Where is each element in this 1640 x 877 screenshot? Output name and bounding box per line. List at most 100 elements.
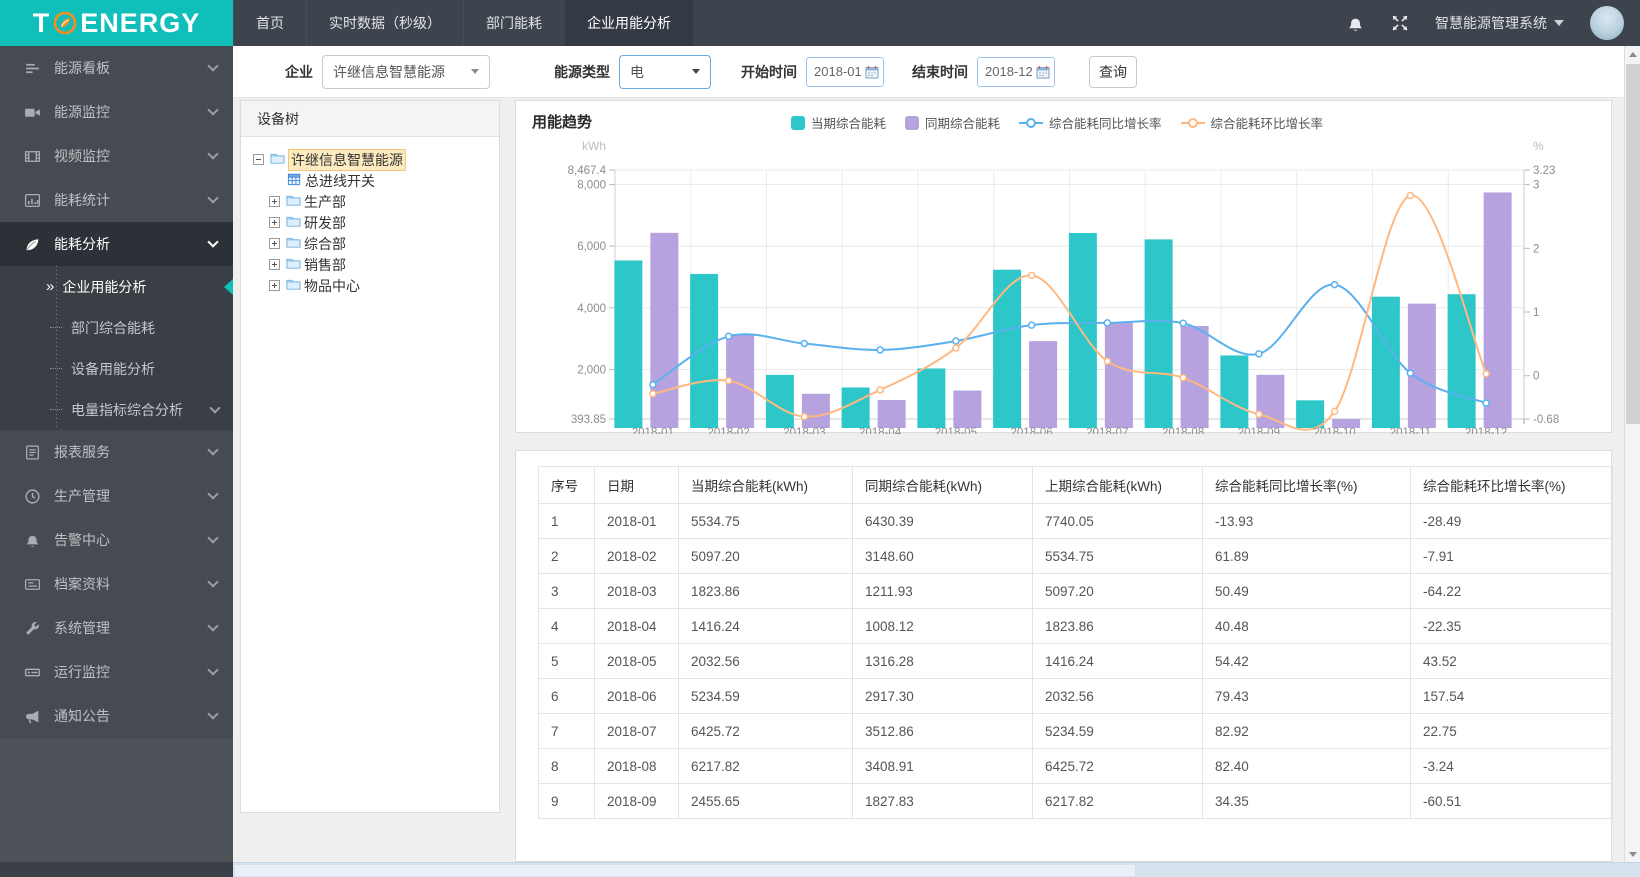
table-cell: 3148.60 <box>852 538 1033 574</box>
table-cell: 2018-07 <box>594 713 679 749</box>
sidebar-item-0[interactable]: 能源看板 <box>0 46 233 90</box>
tree-node-6[interactable]: 物品中心 <box>269 275 499 296</box>
vertical-scroll-thumb[interactable] <box>1626 64 1640 424</box>
report-icon <box>26 444 39 460</box>
nav-item-realtime[interactable]: 实时数据（秒级） <box>306 0 463 46</box>
table-cell: 22.75 <box>1410 713 1613 749</box>
table-cell: 2018-04 <box>594 608 679 644</box>
table-cell: 157.54 <box>1410 678 1613 714</box>
sidebar-filler <box>0 738 233 862</box>
sidebar: 能源看板 能源监控 视频监控 能耗统计 能耗分析 » 企业用能分析 部门综合能耗… <box>0 46 233 877</box>
tree-node-1[interactable]: 总进线开关 <box>285 170 499 191</box>
chevron-down-icon <box>209 401 221 414</box>
sidebar-item-3[interactable]: 能耗统计 <box>0 178 233 222</box>
table-cell: 7 <box>538 713 595 749</box>
folder-icon <box>286 279 301 290</box>
table-cell: 2018-08 <box>594 748 679 784</box>
table-cell: 3408.91 <box>852 748 1033 784</box>
tree-node-0[interactable]: 许继信息智慧能源 <box>253 148 499 171</box>
table-cell: 82.92 <box>1202 713 1411 749</box>
end-date-input[interactable]: 2018-12 <box>977 56 1055 87</box>
chevron-down-icon <box>207 708 219 720</box>
svg-text:0: 0 <box>1533 371 1539 383</box>
tree-node-5[interactable]: 销售部 <box>269 254 499 275</box>
nav-item-enterprise-analysis[interactable]: 企业用能分析 <box>564 0 693 46</box>
company-select[interactable]: 许继信息智慧能源 <box>322 54 490 89</box>
vertical-scrollbar[interactable] <box>1624 46 1640 862</box>
leaf-icon <box>26 238 39 250</box>
app-logo: T ENERGY <box>0 0 233 46</box>
table-row: 1 2018-01 5534.75 6430.39 7740.05 -13.93 -28.4… <box>538 503 1613 539</box>
film-icon <box>24 150 41 162</box>
horizontal-scrollbar[interactable] <box>233 862 1640 877</box>
wrench-icon <box>26 621 39 635</box>
tree-expand-plus-icon[interactable] <box>269 238 280 249</box>
active-marker-icon <box>224 278 233 295</box>
sidebar-subitem-label: 电量指标综合分析 <box>71 401 183 418</box>
table-cell: 1827.83 <box>852 783 1033 819</box>
tree-node-2[interactable]: 生产部 <box>269 191 499 212</box>
notification-bell-icon[interactable] <box>1346 14 1365 33</box>
sidebar-item-6[interactable]: 生产管理 <box>0 474 233 518</box>
sidebar-item-1[interactable]: 能源监控 <box>0 90 233 134</box>
start-date-input[interactable]: 2018-01 <box>806 56 884 87</box>
sidebar-subitem-2[interactable]: 设备用能分析 <box>0 348 233 389</box>
svg-text:3.23: 3.23 <box>1533 165 1555 177</box>
sidebar-item-7[interactable]: 告警中心 <box>0 518 233 562</box>
sidebar-item-2[interactable]: 视频监控 <box>0 134 233 178</box>
sidebar-item-4[interactable]: 能耗分析 <box>0 222 233 266</box>
table-cell: 8 <box>538 748 595 784</box>
stats-icon <box>24 193 41 207</box>
logo-leaf-icon <box>53 11 77 35</box>
sidebar-item-11[interactable]: 通知公告 <box>0 694 233 738</box>
query-button[interactable]: 查询 <box>1089 55 1137 88</box>
start-date-value: 2018-01 <box>814 64 862 79</box>
tree-node-4[interactable]: 综合部 <box>269 233 499 254</box>
device-tree-title: 设备树 <box>241 101 499 137</box>
nav-item-dept-energy[interactable]: 部门能耗 <box>463 0 564 46</box>
chevron-down-icon <box>207 620 219 632</box>
table-cell: 1823.86 <box>678 573 853 609</box>
tree-expand-plus-icon[interactable] <box>269 217 280 228</box>
table-row: 3 2018-03 1823.86 1211.93 5097.20 50.49 -64.22 <box>538 573 1613 609</box>
calendar-icon <box>865 65 879 78</box>
table-cell: -64.22 <box>1410 573 1613 609</box>
main-area: 企业 许继信息智慧能源 能源类型 电 开始时间 2018-01 结束时间 201… <box>233 46 1624 877</box>
tree-node-3[interactable]: 研发部 <box>269 212 499 233</box>
sidebar-item-9[interactable]: 系统管理 <box>0 606 233 650</box>
svg-text:2018-11: 2018-11 <box>1390 427 1431 434</box>
table-header-row: 序号 日期 当期综合能耗(kWh) 同期综合能耗(kWh) 上期综合能耗(kWh) 综合能… <box>538 466 1613 504</box>
horizontal-scroll-thumb[interactable] <box>235 865 1135 876</box>
sidebar-item-10[interactable]: 运行监控 <box>0 650 233 694</box>
chevron-down-icon <box>207 60 219 72</box>
chevron-down-icon <box>471 69 479 74</box>
sidebar-bottom-strip <box>0 862 233 877</box>
user-menu[interactable]: 智慧能源管理系统 <box>1435 13 1564 33</box>
tree-expand-plus-icon[interactable] <box>269 196 280 207</box>
scroll-up-arrow[interactable] <box>1625 46 1640 62</box>
tree-expand-plus-icon[interactable] <box>269 280 280 291</box>
tree-node-label: 综合部 <box>304 235 346 252</box>
tree-expand-plus-icon[interactable] <box>269 259 280 270</box>
svg-text:6,000: 6,000 <box>577 241 606 253</box>
scroll-down-arrow[interactable] <box>1625 846 1640 862</box>
chevron-down-icon <box>207 236 219 248</box>
avatar[interactable] <box>1590 6 1624 40</box>
table-cell: 2032.56 <box>1032 678 1203 714</box>
nav-item-home[interactable]: 首页 <box>233 0 306 46</box>
tree-dash-icon <box>50 327 62 328</box>
sidebar-item-5[interactable]: 报表服务 <box>0 430 233 474</box>
sidebar-item-8[interactable]: 档案资料 <box>0 562 233 606</box>
chevron-down-icon <box>207 192 219 204</box>
sidebar-item-label: 能源看板 <box>54 60 110 76</box>
sidebar-subitem-1[interactable]: 部门综合能耗 <box>0 307 233 348</box>
energy-type-select[interactable]: 电 <box>619 54 711 89</box>
folder-icon <box>286 195 301 206</box>
tree-expand-minus-icon[interactable] <box>253 154 264 165</box>
table-cell: -28.49 <box>1410 503 1613 539</box>
fullscreen-icon[interactable] <box>1391 14 1409 32</box>
sidebar-subitem-3[interactable]: 电量指标综合分析 <box>0 389 233 430</box>
sidebar-subitem-0[interactable]: » 企业用能分析 <box>0 266 233 307</box>
svg-text:3: 3 <box>1533 180 1539 192</box>
sidebar-subitem-label: 企业用能分析 <box>62 278 147 295</box>
